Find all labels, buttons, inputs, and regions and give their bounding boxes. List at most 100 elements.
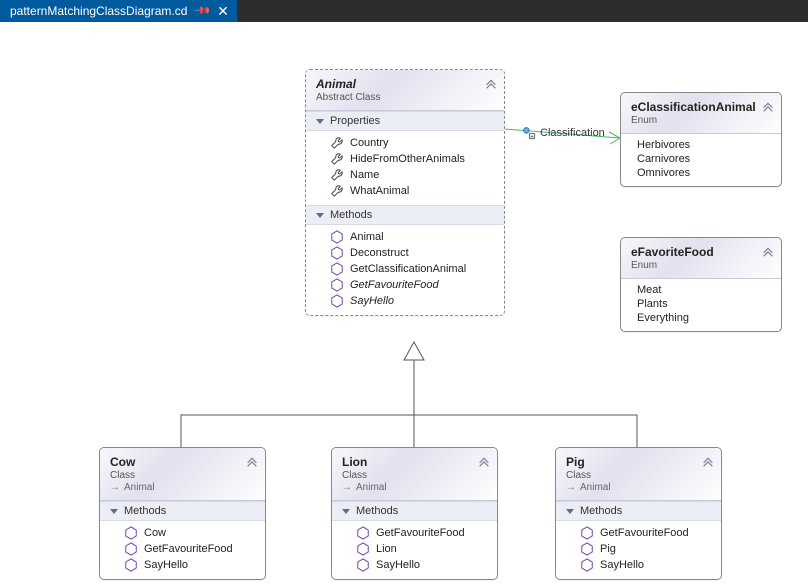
section-header-methods[interactable]: Methods (556, 501, 721, 521)
method-icon (330, 246, 344, 260)
tab-title: patternMatchingClassDiagram.cd (10, 4, 187, 18)
enum-values: Meat Plants Everything (621, 279, 781, 331)
enum-value[interactable]: Plants (627, 297, 775, 311)
inheritance-line[interactable]: →Animal (110, 482, 243, 493)
diagram-canvas[interactable]: Classification Animal Abstract Class Pro… (0, 22, 808, 585)
members-methods: Cow GetFavouriteFood SayHello (100, 521, 265, 579)
enum-value[interactable]: Meat (627, 283, 775, 297)
inherit-name: Animal (356, 482, 387, 493)
class-name: Animal (316, 77, 482, 91)
method-item[interactable]: SayHello (562, 557, 715, 573)
inherit-arrow-icon: → (342, 482, 352, 493)
method-item[interactable]: Deconstruct (312, 245, 498, 261)
enum-value[interactable]: Herbivores (627, 138, 775, 152)
member-label: Carnivores (637, 153, 690, 165)
method-item[interactable]: SayHello (106, 557, 259, 573)
member-label: GetClassificationAnimal (350, 263, 466, 275)
section-header-methods[interactable]: Methods (332, 501, 497, 521)
members-methods: Animal Deconstruct GetClassificationAnim… (306, 225, 504, 315)
method-item[interactable]: GetFavouriteFood (338, 525, 491, 541)
method-item[interactable]: Lion (338, 541, 491, 557)
collapse-box-icon[interactable] (245, 454, 259, 470)
enum-efavoritefood[interactable]: eFavoriteFood Enum Meat Plants Everythin… (620, 237, 782, 332)
class-stereotype: Class (342, 470, 475, 481)
class-name: Lion (342, 455, 475, 469)
section-title: Methods (330, 209, 372, 221)
method-item[interactable]: GetFavouriteFood (106, 541, 259, 557)
members-methods: GetFavouriteFood Pig SayHello (556, 521, 721, 579)
property-item[interactable]: Country (312, 135, 498, 151)
section-title: Methods (124, 505, 166, 517)
enum-value[interactable]: Carnivores (627, 152, 775, 166)
class-cow[interactable]: Cow Class →Animal Methods Cow GetFavouri… (99, 447, 266, 580)
member-label: GetFavouriteFood (600, 527, 689, 539)
wrench-icon (330, 168, 344, 182)
method-item[interactable]: Pig (562, 541, 715, 557)
close-tab-icon[interactable]: ✕ (217, 4, 229, 18)
method-item[interactable]: GetFavouriteFood (312, 277, 498, 293)
inheritance-line[interactable]: → Animal (566, 482, 699, 493)
class-stereotype: Abstract Class (316, 92, 482, 103)
association-label[interactable]: Classification (522, 126, 605, 140)
member-label: Animal (350, 231, 384, 243)
section-header-methods[interactable]: Methods (100, 501, 265, 521)
class-header[interactable]: Animal Abstract Class (306, 70, 504, 111)
expand-icon (316, 119, 324, 124)
method-icon (330, 230, 344, 244)
class-lion[interactable]: Lion Class → Animal Methods GetFavouriteF… (331, 447, 498, 580)
section-title: Methods (580, 505, 622, 517)
collapse-box-icon[interactable] (477, 454, 491, 470)
collapse-box-icon[interactable] (484, 76, 498, 92)
inherit-name: Animal (580, 482, 611, 493)
collapse-box-icon[interactable] (761, 99, 775, 115)
method-item[interactable]: Animal (312, 229, 498, 245)
collapse-box-icon[interactable] (761, 244, 775, 260)
property-item[interactable]: HideFromOtherAnimals (312, 151, 498, 167)
method-item[interactable]: Cow (106, 525, 259, 541)
method-icon (356, 526, 370, 540)
inherit-arrow-icon: → (566, 482, 576, 493)
enum-value[interactable]: Omnivores (627, 166, 775, 180)
method-item[interactable]: SayHello (338, 557, 491, 573)
class-pig[interactable]: Pig Class →Animal Methods GetFavouriteFo… (555, 447, 722, 580)
class-animal[interactable]: Animal Abstract Class Properties Country… (305, 69, 505, 316)
section-header-methods[interactable]: Methods (306, 205, 504, 225)
section-header-properties[interactable]: Properties (306, 111, 504, 131)
member-label: SayHello (350, 295, 394, 307)
method-icon (124, 542, 138, 556)
method-icon (580, 526, 594, 540)
inherit-arrow-icon: → (110, 482, 120, 493)
method-icon (330, 294, 344, 308)
association-icon (522, 126, 536, 140)
class-header[interactable]: Pig Class →Animal (556, 448, 721, 501)
property-item[interactable]: WhatAnimal (312, 183, 498, 199)
class-header[interactable]: eFavoriteFood Enum (621, 238, 781, 279)
enum-eclassificationanimal[interactable]: eClassificationAnimal Enum Herbivores Ca… (620, 92, 782, 187)
expand-icon (342, 509, 350, 514)
class-stereotype: Enum (631, 115, 759, 126)
method-item[interactable]: SayHello (312, 293, 498, 309)
class-stereotype: Enum (631, 260, 759, 271)
method-item[interactable]: GetFavouriteFood (562, 525, 715, 541)
collapse-box-icon[interactable] (701, 454, 715, 470)
member-label: HideFromOtherAnimals (350, 153, 465, 165)
class-header[interactable]: Lion Class → Animal (332, 448, 497, 501)
method-item[interactable]: GetClassificationAnimal (312, 261, 498, 277)
member-label: Cow (144, 527, 166, 539)
expand-icon (566, 509, 574, 514)
wrench-icon (330, 184, 344, 198)
method-icon (356, 558, 370, 572)
class-header[interactable]: eClassificationAnimal Enum (621, 93, 781, 134)
method-icon (580, 542, 594, 556)
class-header[interactable]: Cow Class →Animal (100, 448, 265, 501)
pin-icon[interactable]: 📌 (194, 2, 211, 19)
enum-value[interactable]: Everything (627, 311, 775, 325)
member-label: Herbivores (637, 139, 690, 151)
document-tab[interactable]: patternMatchingClassDiagram.cd 📌 ✕ (0, 0, 237, 22)
class-name: Pig (566, 455, 699, 469)
association-text: Classification (540, 127, 605, 139)
inheritance-line[interactable]: → Animal (342, 482, 475, 493)
enum-values: Herbivores Carnivores Omnivores (621, 134, 781, 186)
property-item[interactable]: Name (312, 167, 498, 183)
wrench-icon (330, 136, 344, 150)
